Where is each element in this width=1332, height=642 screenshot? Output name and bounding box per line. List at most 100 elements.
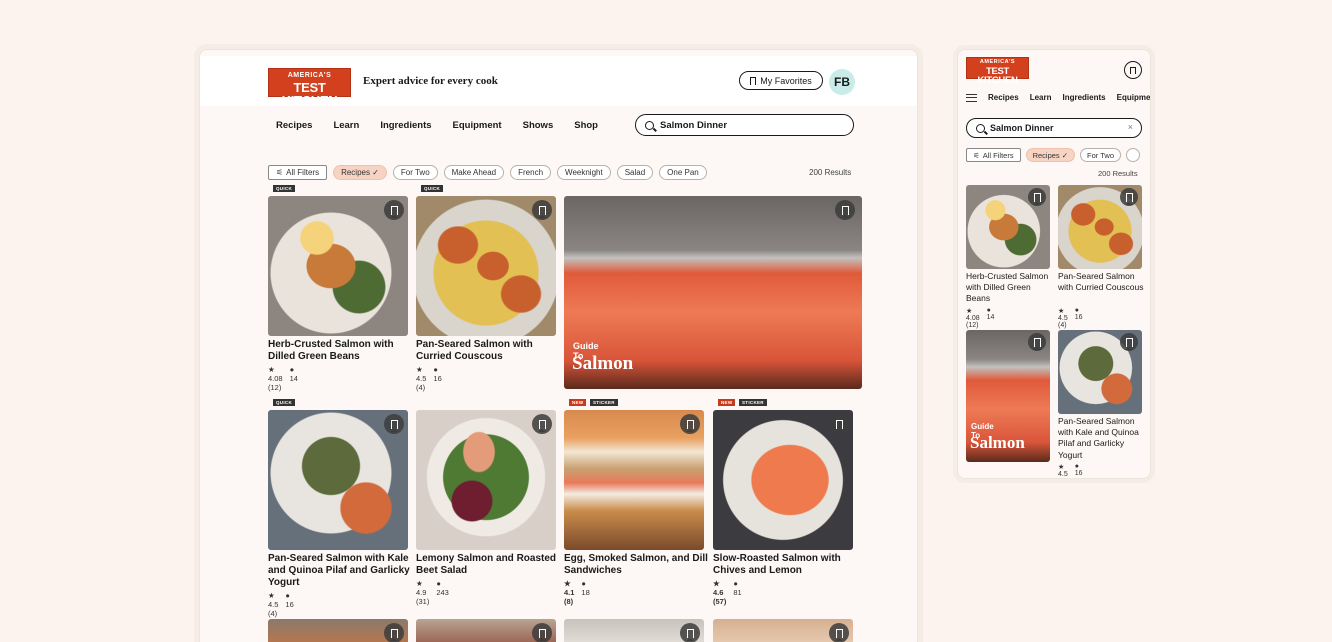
bookmark-icon[interactable] (1028, 333, 1046, 351)
menu-icon[interactable] (966, 93, 977, 102)
nav-ingredients[interactable]: Ingredients (1062, 93, 1105, 102)
logo-line1: AMERICA'S (287, 72, 332, 79)
search-value: Salmon Dinner (990, 123, 1054, 133)
bookmark-icon[interactable] (1028, 188, 1046, 206)
chip-french[interactable]: French (510, 165, 552, 180)
sticker-tag: STICKER (739, 399, 767, 406)
guide-title: Salmon (970, 433, 1025, 452)
mobile-nav: Recipes Learn Ingredients Equipme (966, 93, 1150, 102)
mobile-frame: AMERICA'S TEST KITCHEN Recipes Learn Ing… (957, 49, 1151, 479)
nav-shows[interactable]: Shows (523, 120, 554, 131)
search-icon (645, 120, 654, 130)
bookmark-icon[interactable] (384, 414, 404, 434)
nav-ingredients[interactable]: Ingredients (380, 120, 431, 131)
rating: ★ 4.9 (31) (416, 579, 430, 606)
rating: ★ 4.08 (12) (966, 308, 980, 329)
recipe-meta: ★ 4.08 (12) ● 14 (966, 307, 994, 329)
filter-chips: ⚟ All Filters Recipes ✓ For Two (966, 148, 1140, 162)
recipe-title[interactable]: Pan-Seared Salmon with Kale and Quinoa P… (1058, 416, 1144, 461)
my-favorites-button[interactable]: My Favorites (739, 71, 823, 90)
rating: ★ 4.6 (57) (713, 579, 727, 606)
bookmark-icon[interactable] (532, 414, 552, 434)
nav-shop[interactable]: Shop (574, 120, 598, 131)
recipe-title[interactable]: Pan-Seared Salmon with Curried Couscous (416, 339, 561, 363)
comment-count: ● 81 (733, 579, 742, 597)
recipe-title[interactable]: Egg, Smoked Salmon, and Dill Sandwiches (564, 553, 709, 577)
bookmark-icon[interactable] (384, 200, 404, 220)
bookmark-icon[interactable] (680, 623, 700, 642)
bookmark-icon[interactable] (829, 414, 849, 434)
comment-count: ● 18 (581, 579, 590, 597)
all-filters-label: All Filters (982, 150, 1014, 160)
comment-count: ● 16 (1074, 307, 1083, 321)
search-icon (976, 123, 985, 133)
atk-logo[interactable]: AMERICA'S TEST KITCHEN (268, 68, 351, 107)
bookmark-icon[interactable] (1120, 188, 1138, 206)
chip-recipes[interactable]: Recipes ✓ (1025, 148, 1076, 162)
chip-for-two[interactable]: For Two (1080, 148, 1121, 162)
bookmark-icon[interactable] (532, 623, 552, 642)
recipe-meta: ★ 4.08 (12) ● 14 (268, 365, 298, 392)
all-filters-button[interactable]: ⚟ All Filters (966, 148, 1021, 162)
nav-recipes[interactable]: Recipes (276, 120, 312, 131)
quick-tag: QUICK (273, 185, 295, 192)
search-input[interactable]: Salmon Dinner × (966, 118, 1142, 138)
quick-tag: QUICK (273, 399, 295, 406)
avatar[interactable]: FB (829, 69, 855, 95)
recipe-title[interactable]: Pan-Seared Salmon with Kale and Quinoa P… (268, 553, 413, 589)
bookmark-icon[interactable] (835, 200, 855, 220)
chip-weeknight[interactable]: Weeknight (557, 165, 611, 180)
nav-equipment[interactable]: Equipme (1117, 93, 1150, 102)
rating: ★ 4.5 (4) (268, 591, 279, 618)
recipe-meta: ★ 4.5 (4) ● 16 (1058, 463, 1083, 478)
recipe-title[interactable]: Lemony Salmon and Roasted Beet Salad (416, 553, 561, 577)
search-value: Salmon Dinner (660, 119, 728, 131)
nav-learn[interactable]: Learn (333, 120, 359, 131)
chip-recipes[interactable]: Recipes ✓ (333, 165, 387, 180)
chip-salad[interactable]: Salad (616, 165, 654, 180)
comment-count: ● 16 (1074, 463, 1083, 477)
recipe-meta: ★ 4.5 (4) ● 16 (268, 591, 294, 618)
new-tag: NEW (718, 399, 736, 406)
site-header: AMERICA'S TEST KITCHEN Expert advice for… (200, 56, 917, 107)
results-count: 200 Results (1098, 169, 1138, 178)
desktop-frame: AMERICA'S TEST KITCHEN Expert advice for… (199, 49, 918, 642)
nav-learn[interactable]: Learn (1030, 93, 1052, 102)
nav-equipment[interactable]: Equipment (453, 120, 502, 131)
comment-count: ● 14 (986, 307, 995, 321)
chip-one-pan[interactable]: One Pan (659, 165, 707, 180)
sticker-tag: STICKER (590, 399, 618, 406)
bookmark-icon[interactable] (680, 414, 700, 434)
recipe-title[interactable]: Pan-Seared Salmon with Curried Couscous (1058, 271, 1144, 293)
bookmark-icon[interactable] (384, 623, 404, 642)
bookmark-icon[interactable] (1120, 333, 1138, 351)
comment-count: ● 16 (433, 365, 442, 383)
sliders-icon: ⚟ (973, 150, 980, 160)
chip-for-two[interactable]: For Two (392, 165, 438, 180)
all-filters-button[interactable]: ⚟ All Filters (268, 165, 328, 180)
bookmark-icon[interactable] (532, 200, 552, 220)
nav-recipes[interactable]: Recipes (988, 93, 1019, 102)
recipe-meta: ★ 4.5 (4) ● 16 (1058, 307, 1083, 329)
favorites-bookmark-icon[interactable] (1124, 61, 1142, 79)
recipe-title[interactable]: Herb-Crusted Salmon with Dilled Green Be… (268, 339, 413, 363)
recipe-title[interactable]: Herb-Crusted Salmon with Dilled Green Be… (966, 271, 1052, 305)
quick-tag: QUICK (421, 185, 443, 192)
recipe-meta: ★ 4.9 (31) ● 243 (416, 579, 449, 606)
comment-count: ● 14 (289, 365, 298, 383)
logo-line2: TEST KITCHEN (281, 80, 338, 108)
search-input[interactable]: Salmon Dinner (635, 114, 854, 136)
recipe-title[interactable]: Slow-Roasted Salmon with Chives and Lemo… (713, 553, 858, 577)
logo-line1: AMERICA'S (979, 59, 1016, 65)
bookmark-icon[interactable] (829, 623, 849, 642)
chip-partial[interactable] (1126, 148, 1140, 162)
clear-icon[interactable]: × (1128, 122, 1133, 132)
recipe-meta: ★ 4.6 (57) ● 81 (713, 579, 742, 606)
sliders-icon: ⚟ (276, 168, 284, 177)
new-tag: NEW (569, 399, 587, 406)
atk-logo[interactable]: AMERICA'S TEST KITCHEN (966, 57, 1029, 85)
filter-chips: ⚟ All Filters Recipes ✓ For Two Make Ahe… (268, 165, 707, 180)
chip-make-ahead[interactable]: Make Ahead (443, 165, 505, 180)
results-count: 200 Results (809, 168, 852, 177)
comment-count: ● 16 (285, 591, 294, 609)
